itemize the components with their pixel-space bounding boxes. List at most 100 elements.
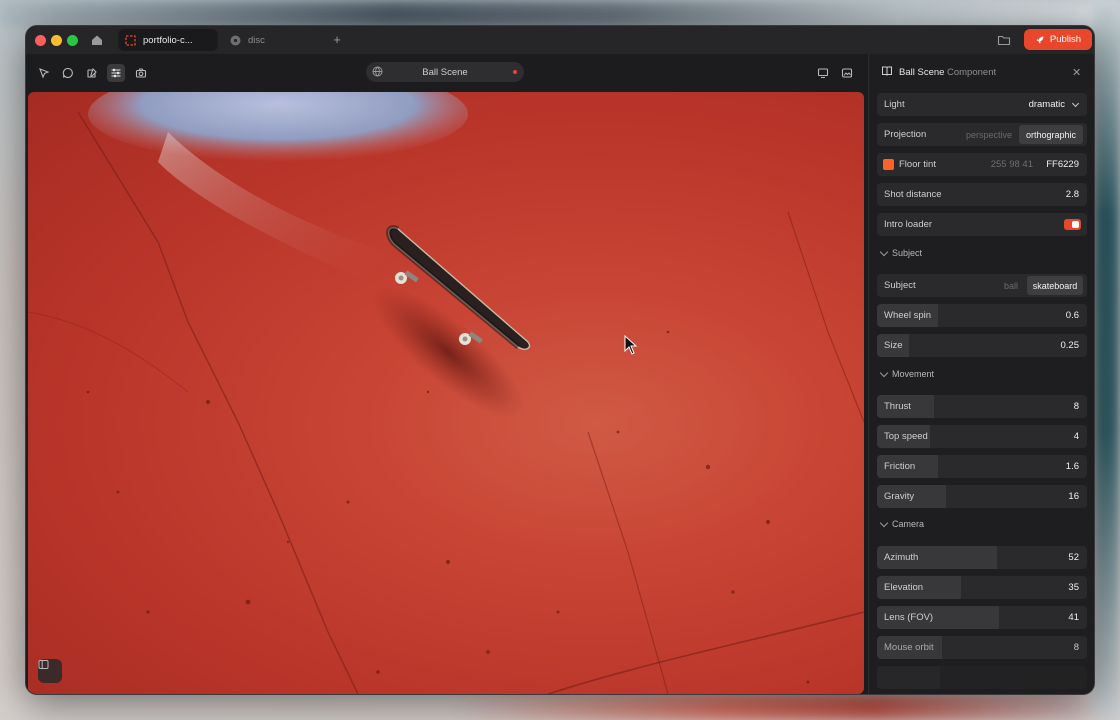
shot-distance-label: Shot distance — [884, 189, 942, 200]
tab-label: disc — [248, 34, 265, 46]
top-speed-value: 4 — [1073, 431, 1079, 442]
mouse-orbit-slider[interactable]: Mouse orbit 8 — [877, 636, 1087, 659]
top-speed-slider[interactable]: Top speed 4 — [877, 425, 1087, 448]
elevation-slider[interactable]: Elevation 35 — [877, 576, 1087, 599]
tab-portfolio[interactable]: portfolio-c... — [118, 29, 218, 51]
scene-render — [28, 92, 864, 694]
home-icon[interactable] — [90, 33, 104, 47]
desktop-background-right — [1094, 0, 1120, 720]
section-subject[interactable]: Subject — [879, 247, 922, 258]
close-icon[interactable]: ✕ — [1072, 66, 1081, 79]
properties-panel: Ball Scene Component ✕ Light dramatic Pr… — [868, 54, 1094, 694]
screenshot-tool-button[interactable] — [132, 64, 150, 82]
desktop-preview-button[interactable] — [814, 64, 832, 82]
azimuth-label: Azimuth — [884, 552, 919, 563]
unsaved-indicator — [513, 70, 517, 74]
globe-icon — [372, 66, 383, 77]
projection-label: Projection — [884, 129, 927, 140]
desktop-background-top — [0, 0, 1120, 28]
tab-label: portfolio-c... — [143, 34, 193, 46]
frame-icon — [125, 34, 136, 46]
size-value: 0.25 — [1060, 340, 1080, 351]
section-camera[interactable]: Camera — [879, 518, 925, 529]
publish-label: Publish — [1049, 34, 1082, 45]
media-preview-button[interactable] — [838, 64, 856, 82]
sidebar-toggle-button[interactable] — [38, 659, 62, 683]
section-camera-label: Camera — [892, 519, 925, 529]
chevron-down-icon — [879, 518, 889, 527]
gravity-value: 16 — [1068, 491, 1079, 502]
light-dropdown[interactable]: Light dramatic — [877, 93, 1087, 116]
shot-distance-value: 2.8 — [1065, 189, 1079, 200]
projection-option-orthographic[interactable]: orthographic — [1019, 125, 1083, 144]
mouse-orbit-label: Mouse orbit — [884, 642, 934, 653]
rocket-icon — [1036, 36, 1044, 43]
publish-button[interactable]: Publish — [1024, 29, 1092, 50]
wheel-spin-value: 0.6 — [1065, 310, 1079, 321]
floor-tint-control[interactable]: Floor tint 255 98 41 FF6229 — [877, 153, 1087, 176]
projection-control: Projection perspective orthographic — [877, 123, 1087, 146]
subject-control: Subject ball skateboard — [877, 274, 1087, 297]
cursor-icon — [39, 68, 50, 79]
light-label: Light — [884, 99, 905, 110]
azimuth-slider[interactable]: Azimuth 52 — [877, 546, 1087, 569]
scene-selector[interactable]: Ball Scene — [366, 62, 524, 82]
editor-toolbar: Ball Scene — [26, 54, 866, 91]
title-bar: portfolio-c... disc + Publish — [26, 26, 1094, 54]
section-movement-label: Movement — [892, 369, 935, 379]
folder-icon[interactable] — [997, 33, 1011, 47]
edit-tool-button[interactable] — [83, 64, 101, 82]
thrust-value: 8 — [1073, 401, 1079, 412]
subject-label: Subject — [884, 280, 916, 291]
lens-fov-label: Lens (FOV) — [884, 612, 934, 623]
app-window: portfolio-c... disc + Publish Ball Scene… — [25, 25, 1095, 695]
scene-name: Ball Scene — [422, 66, 468, 78]
thrust-label: Thrust — [884, 401, 911, 412]
size-label: Size — [884, 340, 903, 351]
floor-tint-label: Floor tint — [899, 159, 936, 170]
intro-loader-toggle[interactable] — [1064, 219, 1081, 230]
edit-icon — [87, 67, 97, 78]
light-value: dramatic — [1028, 99, 1065, 110]
select-tool-button[interactable] — [35, 64, 53, 82]
mouse-cursor — [624, 334, 638, 355]
chevron-down-icon — [879, 247, 889, 256]
adjust-tool-button[interactable] — [107, 64, 125, 82]
wheel-spin-slider[interactable]: Wheel spin 0.6 — [877, 304, 1087, 327]
scene-viewport[interactable] — [28, 92, 864, 694]
monitor-icon — [817, 68, 829, 79]
lens-fov-slider[interactable]: Lens (FOV) 41 — [877, 606, 1087, 629]
minimize-window-button[interactable] — [51, 35, 62, 46]
wheel-spin-label: Wheel spin — [884, 310, 931, 321]
next-slider-partial[interactable] — [877, 666, 1087, 689]
panel-subtitle: Component — [947, 67, 997, 78]
new-tab-button[interactable]: + — [330, 33, 344, 47]
subject-option-skateboard[interactable]: skateboard — [1027, 276, 1083, 295]
camera-icon — [135, 68, 147, 78]
close-window-button[interactable] — [35, 35, 46, 46]
color-swatch[interactable] — [883, 159, 894, 170]
comment-tool-button[interactable] — [59, 64, 77, 82]
section-movement[interactable]: Movement — [879, 368, 935, 379]
panel-header: Ball Scene Component ✕ — [869, 54, 1094, 90]
gravity-slider[interactable]: Gravity 16 — [877, 485, 1087, 508]
azimuth-value: 52 — [1068, 552, 1079, 563]
thrust-slider[interactable]: Thrust 8 — [877, 395, 1087, 418]
friction-slider[interactable]: Friction 1.6 — [877, 455, 1087, 478]
elevation-value: 35 — [1068, 582, 1079, 593]
subject-option-ball[interactable]: ball — [997, 276, 1025, 295]
comment-icon — [62, 67, 73, 79]
slider-fill — [877, 666, 940, 689]
zoom-window-button[interactable] — [67, 35, 78, 46]
disc-icon — [230, 35, 241, 45]
shot-distance-slider[interactable]: Shot distance 2.8 — [877, 183, 1087, 206]
friction-label: Friction — [884, 461, 916, 472]
tab-disc[interactable]: disc — [223, 29, 319, 51]
size-slider[interactable]: Size 0.25 — [877, 334, 1087, 357]
elevation-label: Elevation — [884, 582, 924, 593]
floor-tint-hex[interactable]: FF6229 — [1046, 159, 1079, 170]
top-speed-label: Top speed — [884, 431, 928, 442]
intro-loader-control: Intro loader — [877, 213, 1087, 236]
chevron-down-icon — [879, 368, 889, 377]
projection-option-perspective[interactable]: perspective — [961, 125, 1017, 144]
